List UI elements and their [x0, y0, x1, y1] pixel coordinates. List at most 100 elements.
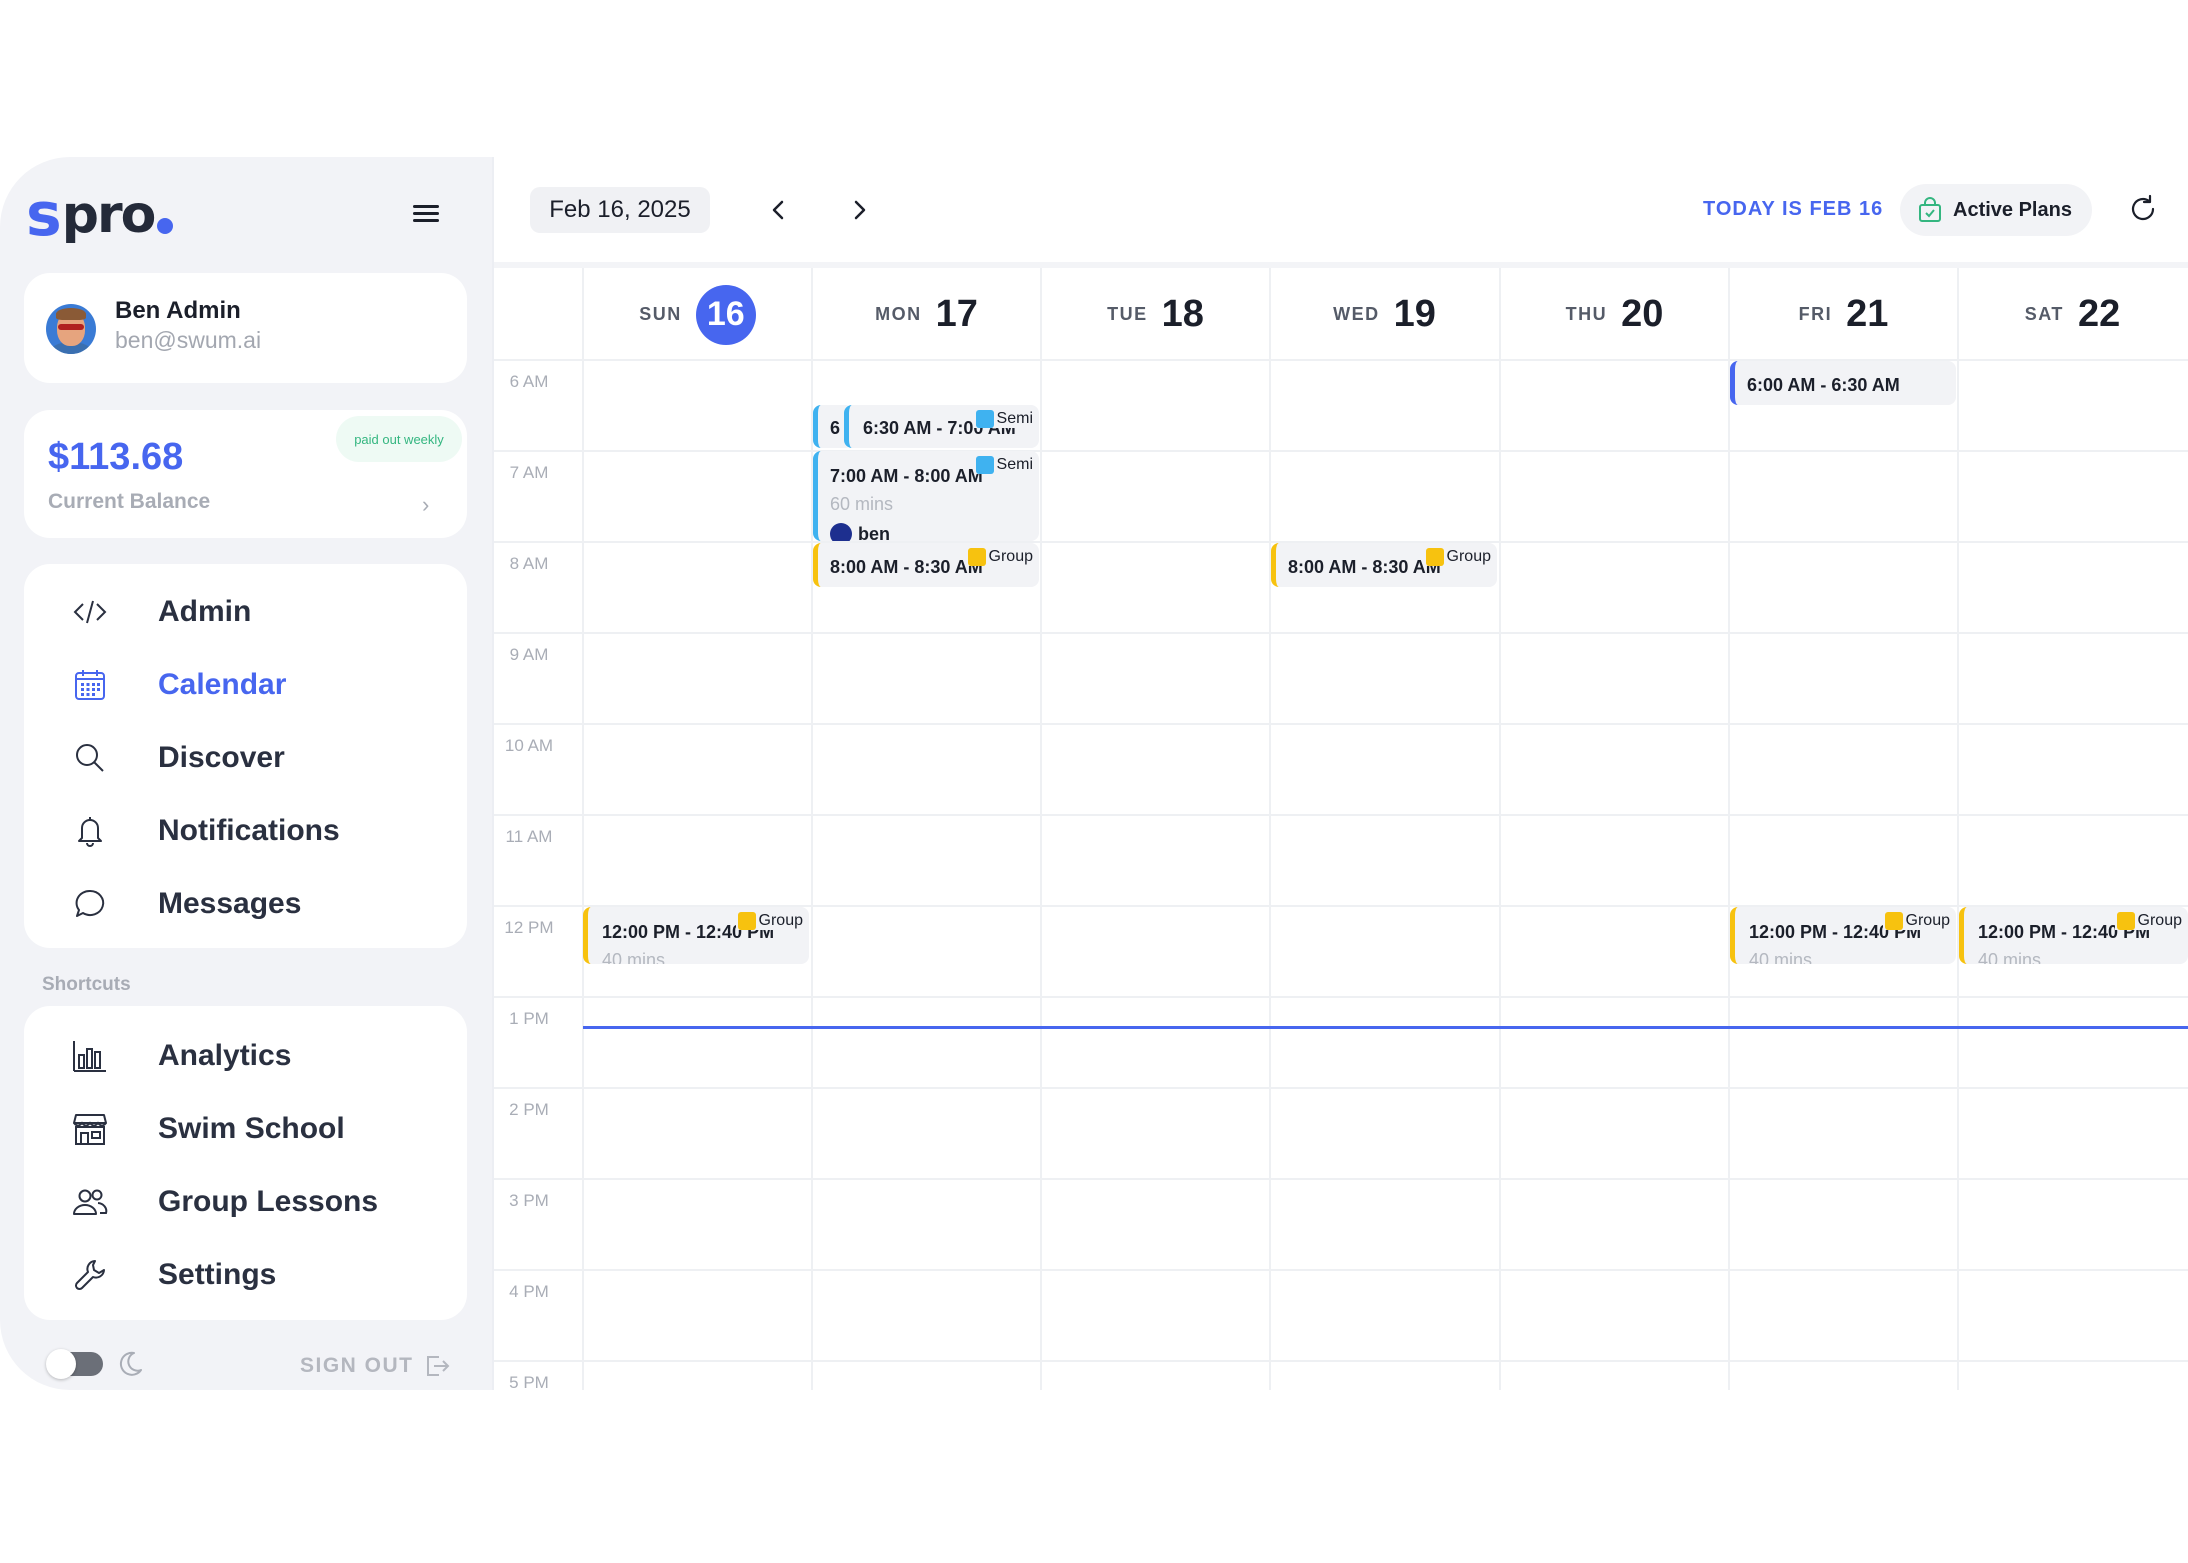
day-header-thu[interactable]: THU 20: [1500, 268, 1729, 361]
nav-item-discover[interactable]: Discover: [24, 726, 467, 790]
shortcut-label: Swim School: [158, 1112, 345, 1145]
users-icon: [72, 1184, 108, 1220]
avatar: [46, 304, 96, 354]
nav-item-label: Notifications: [158, 814, 340, 847]
semi-color-square: [975, 410, 994, 428]
event-fri-0600[interactable]: 6:00 AM - 6:30 AM: [1730, 361, 1956, 405]
day-header-mon[interactable]: MON 17: [812, 268, 1041, 361]
today-label[interactable]: TODAY IS FEB 16: [1703, 198, 1883, 221]
event-duration: 40 mins: [602, 950, 666, 964]
day-number: 17: [935, 293, 978, 335]
hour-label: 6 AM: [509, 372, 549, 391]
event-sun-1200[interactable]: 12:00 PM - 12:40 PM 40 mins Group: [583, 907, 809, 964]
profile-email: ben@swum.ai: [115, 327, 262, 353]
calendar-panel: Feb 16, 2025 TODAY IS FEB 16 Active Plan…: [494, 157, 2188, 1390]
group-color-square: [2116, 912, 2135, 930]
chevron-right-icon[interactable]: ›: [422, 492, 429, 518]
event-wed-0800[interactable]: 8:00 AM - 8:30 AM Group: [1271, 543, 1497, 587]
event-time: 7:00 AM - 8:00 AM: [830, 466, 983, 486]
balance-amount: $113.68: [48, 436, 184, 478]
logo-dot: [157, 218, 174, 234]
balance-card[interactable]: $113.68 Current Balance paid out weekly …: [24, 410, 467, 538]
hour-label: 11 AM: [505, 827, 553, 846]
hour-label: 3 PM: [509, 1191, 549, 1210]
shortcut-label: Analytics: [158, 1039, 292, 1072]
group-color-square: [737, 912, 756, 930]
code-icon: [72, 594, 108, 630]
day-header-fri[interactable]: FRI 21: [1729, 268, 1958, 361]
event-type-badge: Group: [2114, 912, 2182, 930]
current-time-indicator: [583, 1026, 2188, 1029]
sign-out-label: SIGN OUT: [300, 1354, 414, 1377]
hour-label: 9 AM: [509, 645, 549, 664]
participant-name: ben: [858, 523, 891, 542]
semi-color-square: [975, 456, 994, 474]
shortcut-swim-school[interactable]: Swim School: [24, 1097, 467, 1161]
event-time: 8:00 AM - 8:30 AM: [830, 557, 983, 577]
app-window: s pro Ben Admin ben@swum.ai $113.68 Curr…: [0, 157, 2188, 1390]
date-picker-button[interactable]: Feb 16, 2025: [530, 187, 710, 233]
event-type-badge: Group: [1882, 912, 1950, 930]
day-header-wed[interactable]: WED 19: [1270, 268, 1499, 361]
event-duration: 60 mins: [830, 494, 894, 514]
event-mon-0630[interactable]: 6:30 AM - 7:00 AM Semi: [844, 405, 1039, 448]
day-of-week: TUE: [1107, 304, 1148, 324]
moon-icon: [116, 1350, 144, 1378]
nav-item-calendar[interactable]: Calendar: [24, 653, 467, 717]
day-header-tue[interactable]: TUE 18: [1041, 268, 1270, 361]
shortcut-analytics[interactable]: Analytics: [24, 1024, 467, 1088]
hamburger-menu-icon[interactable]: [413, 205, 439, 229]
event-type-label: Group: [2137, 912, 2182, 929]
nav-item-label: Messages: [158, 887, 302, 920]
bell-icon: [72, 813, 108, 849]
group-color-square: [967, 548, 986, 566]
event-fri-1200[interactable]: 12:00 PM - 12:40 PM 40 mins Group: [1730, 907, 1956, 964]
nav-item-label: Admin: [158, 595, 252, 628]
event-mon-0800[interactable]: 8:00 AM - 8:30 AM Group: [813, 543, 1039, 587]
day-header-sun[interactable]: SUN 16: [583, 268, 812, 361]
shortcuts-nav: Analytics Swim School Group Lessons Sett…: [24, 1006, 467, 1320]
week-grid: SUN 16 MON 17 TUE 18 WED 19 THU 20 FRI 2…: [494, 268, 2188, 1390]
balance-label: Current Balance: [48, 490, 211, 513]
event-mon-0700[interactable]: 7:00 AM - 8:00 AM 60 mins ben Semi: [813, 451, 1039, 541]
dark-mode-toggle[interactable]: [46, 1349, 103, 1379]
day-of-week: WED: [1333, 304, 1380, 324]
chevron-left-icon[interactable]: [762, 193, 796, 227]
event-sat-1200[interactable]: 12:00 PM - 12:40 PM 40 mins Group: [1959, 907, 2188, 964]
hour-label: 10 AM: [504, 736, 554, 755]
nav-item-notifications[interactable]: Notifications: [24, 799, 467, 863]
hour-label: 2 PM: [509, 1100, 549, 1119]
logo: s pro: [26, 185, 174, 245]
search-icon: [72, 740, 108, 776]
active-plans-button[interactable]: Active Plans: [1900, 184, 2092, 236]
main-nav: Admin Calendar Discover Notifications Me…: [24, 564, 467, 948]
participant-avatar: [830, 523, 852, 541]
shortcut-group-lessons[interactable]: Group Lessons: [24, 1170, 467, 1234]
group-color-square: [1884, 912, 1903, 930]
active-plans-label: Active Plans: [1953, 198, 2072, 221]
day-of-week: THU: [1565, 304, 1608, 324]
shopping-bag-check-icon: [1917, 197, 1943, 223]
event-type-label: Group: [1446, 548, 1491, 565]
storefront-icon: [72, 1111, 108, 1147]
day-of-week: MON: [875, 304, 922, 324]
hour-label: 12 PM: [504, 918, 554, 937]
day-header-sat[interactable]: SAT 22: [1958, 268, 2187, 361]
nav-item-admin[interactable]: Admin: [24, 580, 467, 644]
event-type-label: Semi: [996, 456, 1033, 473]
nav-item-messages[interactable]: Messages: [24, 872, 467, 936]
event-type-badge: Group: [1423, 548, 1491, 566]
day-number: 18: [1161, 293, 1204, 335]
group-color-square: [1425, 548, 1444, 566]
chat-icon: [72, 886, 108, 922]
profile-card[interactable]: Ben Admin ben@swum.ai: [24, 273, 467, 383]
event-type-label: Group: [758, 912, 803, 929]
shortcut-settings[interactable]: Settings: [24, 1243, 467, 1307]
day-number: 19: [1393, 293, 1436, 335]
event-time: 6:00 AM - 6:30 AM: [1747, 375, 1900, 395]
profile-name: Ben Admin: [115, 297, 241, 324]
event-type-badge: Group: [965, 548, 1033, 566]
refresh-icon[interactable]: [2127, 193, 2159, 225]
sign-out-button[interactable]: SIGN OUT: [300, 1353, 450, 1379]
chevron-right-icon[interactable]: [842, 193, 876, 227]
